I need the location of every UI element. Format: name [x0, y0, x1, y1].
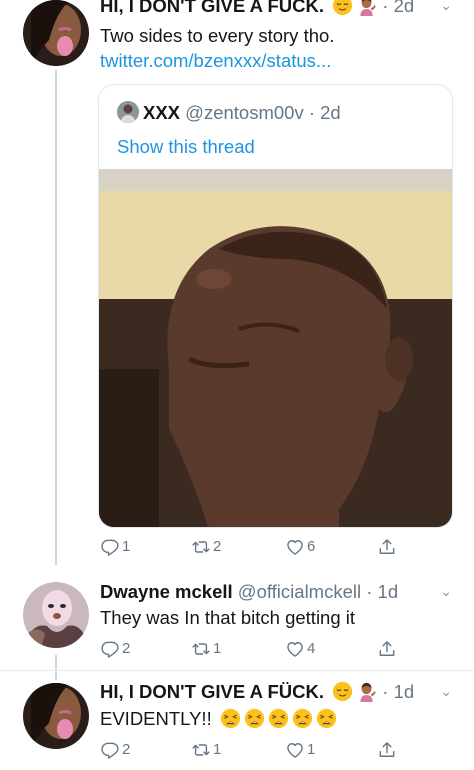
weary-face-emoji [292, 708, 313, 729]
share-button[interactable] [377, 739, 399, 761]
reply-button[interactable]: 2 [100, 638, 130, 660]
quoted-tweet-card[interactable]: XXX @zentosm00v · 2d Show this thread [98, 84, 453, 528]
retweet-icon [191, 740, 211, 760]
tweet-actions: 2 1 4 [100, 638, 420, 660]
quoted-handle[interactable]: @zentosm00v [185, 102, 304, 123]
share-icon [377, 740, 397, 760]
timestamp[interactable]: · 1d [366, 581, 398, 602]
show-thread-link[interactable]: Show this thread [117, 136, 255, 158]
chevron-down-icon[interactable]: ⌄ [440, 0, 452, 14]
relieved-face-emoji [332, 0, 353, 16]
tweet-header: Dwayne mckell @officialmckell · 1d [100, 581, 398, 603]
like-button[interactable]: 4 [285, 638, 315, 660]
like-button[interactable]: 1 [285, 739, 315, 761]
quoted-display-name[interactable]: XXX [143, 102, 180, 123]
retweet-count: 1 [213, 640, 222, 657]
weary-face-emoji [220, 708, 241, 729]
reply-count: 1 [122, 538, 131, 555]
tweet-1[interactable]: HI, I DON'T GIVE A FUCK. · 2d ⌄ Two side… [0, 0, 474, 565]
reply-button[interactable]: 1 [100, 536, 130, 558]
heart-icon [285, 740, 305, 760]
avatar[interactable] [23, 0, 89, 66]
retweet-icon [191, 639, 211, 659]
share-button[interactable] [377, 536, 399, 558]
weary-face-emoji [244, 708, 265, 729]
reply-button[interactable]: 2 [100, 739, 130, 761]
like-count: 4 [307, 640, 316, 657]
tweet-text: Two sides to every story tho. [100, 25, 335, 46]
tweet-text: EVIDENTLY!! [100, 708, 212, 729]
timestamp[interactable]: · 2d [382, 0, 414, 16]
retweet-button[interactable]: 1 [191, 739, 221, 761]
display-name[interactable]: HI, I DON'T GIVE A FUCK. [100, 0, 324, 16]
tipping-hand-woman-emoji [356, 0, 377, 16]
like-count: 1 [307, 741, 316, 758]
share-icon [377, 639, 397, 659]
weary-face-emoji [316, 708, 337, 729]
tweet-header: HI, I DON'T GIVE A FUCK. · 2d [100, 0, 414, 17]
tweet-text: They was In that bitch getting it [100, 607, 356, 628]
avatar[interactable] [23, 582, 89, 648]
quoted-timestamp[interactable]: · 2d [309, 102, 341, 123]
like-count: 6 [307, 538, 316, 555]
reply-icon [100, 639, 120, 659]
display-name[interactable]: Dwayne mckell [100, 581, 233, 602]
tweet-link[interactable]: twitter.com/bzenxxx/status... [100, 49, 331, 73]
tweet-actions: 2 1 1 [100, 739, 420, 761]
reply-count: 2 [122, 640, 131, 657]
tweet-header: HI, I DON'T GIVE A FÜCK. · 1d [100, 681, 414, 703]
tweet-text-row: EVIDENTLY!! [100, 707, 337, 731]
tweet-2[interactable]: Dwayne mckell @officialmckell · 1d ⌄ The… [0, 565, 474, 670]
quoted-avatar [117, 101, 139, 123]
chevron-down-icon[interactable]: ⌄ [440, 583, 452, 600]
quoted-media-image[interactable] [99, 169, 452, 527]
chevron-down-icon[interactable]: ⌄ [440, 683, 452, 700]
reply-count: 2 [122, 741, 131, 758]
retweet-count: 1 [213, 741, 222, 758]
retweet-button[interactable]: 1 [191, 638, 221, 660]
tweet-actions: 1 2 6 [100, 536, 420, 558]
share-icon [377, 537, 397, 557]
avatar[interactable] [23, 683, 89, 749]
tipping-hand-woman-emoji [356, 681, 377, 702]
handle[interactable]: @officialmckell [238, 581, 361, 602]
relieved-face-emoji [332, 681, 353, 702]
retweet-button[interactable]: 2 [191, 536, 221, 558]
display-name[interactable]: HI, I DON'T GIVE A FÜCK. [100, 681, 324, 702]
retweet-icon [191, 537, 211, 557]
quoted-tweet-header: XXX @zentosm00v · 2d [117, 101, 341, 124]
heart-icon [285, 537, 305, 557]
reply-icon [100, 740, 120, 760]
tweet-3[interactable]: HI, I DON'T GIVE A FÜCK. · 1d ⌄ EVIDENTL… [0, 671, 474, 770]
share-button[interactable] [377, 638, 399, 660]
weary-face-emoji [268, 708, 289, 729]
retweet-count: 2 [213, 538, 222, 555]
timestamp[interactable]: · 1d [382, 681, 414, 702]
heart-icon [285, 639, 305, 659]
reply-icon [100, 537, 120, 557]
like-button[interactable]: 6 [285, 536, 315, 558]
